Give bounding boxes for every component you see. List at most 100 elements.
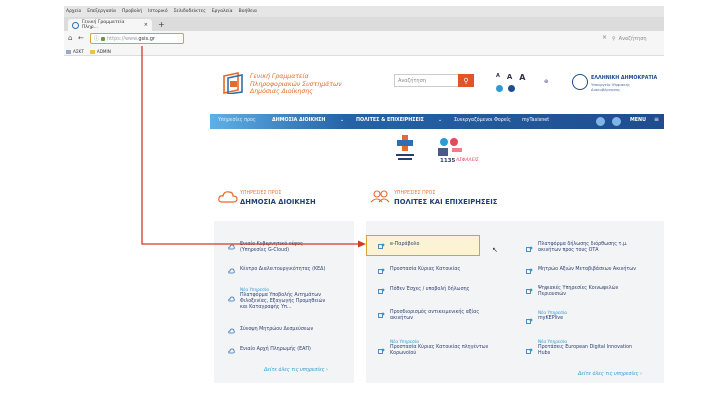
home-icon[interactable]: ⌂ xyxy=(68,34,72,42)
menu-file[interactable]: Αρχείο xyxy=(66,9,81,14)
left-see-all-link[interactable]: Δείτε όλες τις υπηρεσίες › xyxy=(264,368,328,373)
service-icon xyxy=(526,268,533,274)
covid-banner-icon[interactable] xyxy=(394,134,416,162)
nav-mytaxisnet[interactable]: myTaxisnet xyxy=(522,118,549,123)
right-item-label: Προσδιορισμός αντικειμενικής αξίας ακινή… xyxy=(390,310,479,322)
right-item-label: Ψηφιακές Υπηρεσίες Κοινωφελών Περιουσιών xyxy=(538,286,618,298)
right-item-label: Νέα Υπηρεσία Προτάσεις European Digital … xyxy=(538,339,632,357)
bookmark-label: ΑΣΚΤ xyxy=(73,48,84,54)
chevron-down-icon: ⌄ xyxy=(438,118,443,123)
font-size-small-button[interactable]: A xyxy=(496,73,500,82)
menu-edit[interactable]: Επεξεργασία xyxy=(87,9,116,14)
right-item-label: Νέα Υπηρεσία Προστασία Κύριας Κατοικίας … xyxy=(390,339,488,357)
chevron-down-icon: ⌄ xyxy=(340,118,345,123)
chevron-right-icon: › xyxy=(640,372,642,377)
right-item-label: Προστασία Κύριας Κατοικίας xyxy=(390,267,461,272)
helpline-label: ΑΣΦΑΛΕΙΣ xyxy=(456,158,479,163)
right-section-title: ΠΟΛΙΤΕΣ ΚΑΙ ΕΠΙΧΕΙΡΗΣΕΙΣ xyxy=(394,198,498,206)
service-icon xyxy=(378,348,385,354)
label-line-2: ακινήτων xyxy=(390,316,413,321)
left-section-title: ΔΗΜΟΣΙΑ ΔΙΟΙΚΗΣΗ xyxy=(240,198,316,206)
address-bar[interactable]: ⓘ https://www. gsis.gr xyxy=(90,33,184,44)
user-icon[interactable] xyxy=(612,117,621,126)
contrast-controls xyxy=(496,85,515,92)
cloud-small-icon xyxy=(228,328,235,334)
gov-sub-2: Διακυβέρνησης xyxy=(591,87,621,92)
contrast-dark-button[interactable] xyxy=(508,85,515,92)
label-line-1: myKEPlive xyxy=(538,316,564,321)
menu-view[interactable]: Προβολή xyxy=(122,9,142,14)
nav-partner-agencies[interactable]: Συνεργαζόμενοι Φορείς xyxy=(454,118,511,123)
service-icon xyxy=(378,312,385,318)
right-see-all-link[interactable]: Δείτε όλες τις υπηρεσίες › xyxy=(578,372,642,377)
site-nav-bar: Υπηρεσίες προς ΔΗΜΟΣΙΑ ΔΙΟΙΚΗΣΗ ⌄ ΠΟΛΙΤΕ… xyxy=(210,114,664,129)
new-tab-icon[interactable]: + xyxy=(158,20,165,29)
hamburger-icon[interactable]: ≡ xyxy=(654,116,659,123)
right-item-label: Νέα Υπηρεσία myKEPlive xyxy=(538,310,567,322)
site-search-placeholder: Αναζήτηση xyxy=(398,77,426,84)
gsis-logo-icon[interactable] xyxy=(222,72,244,94)
logo-line-3: Δημόσιας Διοίκησης xyxy=(250,88,313,95)
left-item-label: Σύνοψη Μητρώου Δεσμεύσεων xyxy=(240,327,314,332)
menu-bar: Αρχείο Επεξεργασία Προβολή Ιστορικό Σελι… xyxy=(64,6,664,17)
nav-public-admin[interactable]: ΔΗΜΟΣΙΑ ΔΙΟΙΚΗΣΗ xyxy=(272,118,325,123)
label-line-2: Φιλοξενίας, Εξαγωγής Προμηθειών xyxy=(240,299,326,304)
site-logo-text[interactable]: Γενική Γραμματεία Πληροφοριακών Συστημάτ… xyxy=(250,73,342,96)
url-prefix: https://www. xyxy=(107,35,139,42)
left-item-label: Νέα Υπηρεσία Πλατφόρμα Υποβολής Αιτημάτω… xyxy=(240,287,325,311)
cloud-small-icon xyxy=(228,348,235,354)
label-line-2: (Υπηρεσίες G-Cloud) xyxy=(240,248,289,253)
right-item-label: e-Παράβολο xyxy=(390,242,420,247)
lock-icon xyxy=(101,36,106,41)
helpline-number: 1135 xyxy=(440,158,456,164)
font-size-medium-button[interactable]: A xyxy=(507,73,512,82)
back-arrow-icon[interactable]: ← xyxy=(78,34,84,42)
bookmark-item[interactable]: ΑΣΚΤ xyxy=(66,49,84,54)
mouse-cursor-icon: ↖ xyxy=(492,246,498,254)
label-line-1: Προστασία Κύριας Κατοικίας πληγέντων xyxy=(390,345,489,350)
menu-help[interactable]: Βοήθεια xyxy=(239,9,257,14)
nav-citizens[interactable]: ΠΟΛΙΤΕΣ & ΕΠΙΧΕΙΡΗΣΕΙΣ xyxy=(356,118,424,123)
menu-history[interactable]: Ιστορικό xyxy=(148,9,167,14)
bookmark-label: ADMIN xyxy=(96,48,111,54)
language-icon[interactable]: ⊛ xyxy=(544,79,548,85)
left-item-label: Κέντρο Διαλειτουργικότητας (ΚΕΔ) xyxy=(240,267,326,272)
cloud-small-icon xyxy=(228,244,235,250)
chevron-right-icon: › xyxy=(326,368,328,373)
left-item-label: Ενιαίο Αρχή Πληρωμής (ΕΑΠ) xyxy=(240,347,311,352)
label-line-1: Ενιαίο Κυβερνητικό νέφος xyxy=(240,242,303,247)
service-icon xyxy=(526,348,533,354)
nav-menu[interactable]: MENU xyxy=(630,118,646,123)
label-line-1: Ψηφιακές Υπηρεσίες Κοινωφελών xyxy=(538,286,619,291)
site-search-input[interactable]: Αναζήτηση xyxy=(394,74,466,87)
cloud-icon xyxy=(218,191,238,203)
bookmark-icon xyxy=(66,49,71,54)
accessibility-icon[interactable] xyxy=(596,117,605,126)
info-icon: ⓘ xyxy=(94,36,100,42)
label-line-2: ακινήτων προς τους ΟΤΑ xyxy=(538,248,599,253)
tab-favicon-icon xyxy=(72,21,79,29)
bookmark-item[interactable]: ADMIN xyxy=(89,48,111,54)
service-icon xyxy=(378,288,385,294)
label-line-3: και Καταγραφής Υπ... xyxy=(240,305,292,310)
browser-search-box[interactable]: ⚲ Αναζήτηση xyxy=(612,33,664,44)
label-line-1: Προτάσεις European Digital Innovation xyxy=(538,345,633,350)
service-icon xyxy=(526,318,533,324)
browser-tab[interactable]: Γενική Γραμματεία Πληρ... × xyxy=(68,19,152,31)
right-item-label: Πόθεν Έσχες / υποβολή δήλωσης xyxy=(390,287,470,292)
government-logo[interactable]: ΕΛΛΗΝΙΚΗ ΔΗΜΟΚΡΑΤΙΑ Υπουργείο Ψηφιακής Δ… xyxy=(572,74,662,94)
gov-title: ΕΛΛΗΝΙΚΗ ΔΗΜΟΚΡΑΤΙΑ xyxy=(591,76,658,81)
service-icon xyxy=(526,246,533,252)
menu-bookmarks[interactable]: Σελιδοδείκτες xyxy=(174,9,206,14)
clear-url-icon[interactable]: × xyxy=(602,34,607,41)
tab-title: Γενική Γραμματεία Πληρ... xyxy=(81,20,125,30)
folder-icon xyxy=(89,49,95,54)
nav-services-for: Υπηρεσίες προς xyxy=(218,118,256,123)
font-size-large-button[interactable]: A xyxy=(519,73,525,82)
contrast-light-button[interactable] xyxy=(496,85,503,92)
site-search-button[interactable]: ⚲ xyxy=(458,74,474,87)
menu-tools[interactable]: Εργαλεία xyxy=(212,9,233,14)
close-tab-icon[interactable]: × xyxy=(144,22,148,28)
logo-line-2: Πληροφοριακών Συστημάτων xyxy=(250,80,342,88)
see-all-label: Δείτε όλες τις υπηρεσίες xyxy=(264,368,325,373)
